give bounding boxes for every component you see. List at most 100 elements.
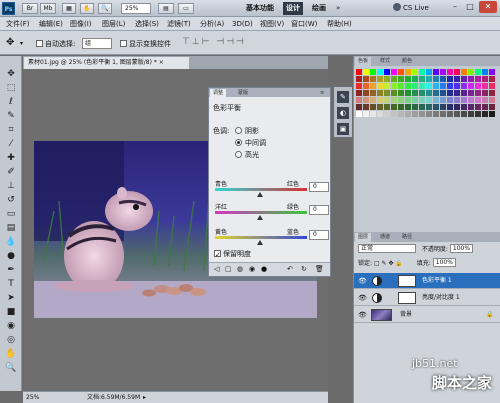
midtones-radio[interactable]: [235, 139, 242, 146]
brush-panel-icon[interactable]: ✎: [337, 91, 349, 103]
swatch[interactable]: [356, 104, 362, 110]
workspace-more-button[interactable]: »: [336, 3, 340, 14]
swatch[interactable]: [433, 76, 439, 82]
view-previous-state-icon[interactable]: ●: [261, 263, 267, 276]
shadows-radio[interactable]: [235, 127, 242, 134]
swatch[interactable]: [447, 97, 453, 103]
swatch[interactable]: [447, 111, 453, 117]
swatch[interactable]: [461, 83, 467, 89]
swatch[interactable]: [398, 69, 404, 75]
swatch[interactable]: [468, 111, 474, 117]
swatch[interactable]: [454, 90, 460, 96]
swatch[interactable]: [475, 76, 481, 82]
swatch[interactable]: [405, 76, 411, 82]
guides-icon[interactable]: ▦: [62, 3, 76, 14]
hand-tool-icon[interactable]: ✋: [80, 3, 94, 14]
swatch[interactable]: [377, 76, 383, 82]
swatch[interactable]: [419, 69, 425, 75]
tab-masks[interactable]: 蒙版: [235, 89, 251, 97]
bridge-button[interactable]: Br: [22, 3, 38, 14]
swatch[interactable]: [391, 76, 397, 82]
swatch[interactable]: [412, 90, 418, 96]
visibility-toggle-icon[interactable]: ◉: [249, 263, 255, 276]
swatch[interactable]: [370, 104, 376, 110]
swatch[interactable]: [475, 90, 481, 96]
swatch[interactable]: [468, 83, 474, 89]
menu-filter[interactable]: 滤镜(T): [167, 19, 191, 29]
swatch[interactable]: [426, 104, 432, 110]
dodge-tool-icon[interactable]: ●: [4, 250, 18, 262]
swatch[interactable]: [405, 90, 411, 96]
swatch[interactable]: [426, 76, 432, 82]
swatch[interactable]: [475, 97, 481, 103]
swatch[interactable]: [454, 69, 460, 75]
swatch[interactable]: [461, 111, 467, 117]
layer-color-balance[interactable]: 👁 色彩平衡 1: [354, 273, 500, 289]
tone-shadows-option[interactable]: 阴影: [235, 126, 259, 136]
swatch[interactable]: [461, 97, 467, 103]
reset-icon[interactable]: ↶: [287, 263, 293, 276]
swatch[interactable]: [461, 76, 467, 82]
tone-highlights-option[interactable]: 高光: [235, 150, 259, 160]
swatch[interactable]: [377, 104, 383, 110]
fill-input[interactable]: 100%: [432, 258, 456, 267]
swatch[interactable]: [440, 104, 446, 110]
swatch[interactable]: [398, 76, 404, 82]
menu-3d[interactable]: 3D(D): [232, 19, 253, 29]
swatch[interactable]: [412, 97, 418, 103]
swatch[interactable]: [405, 69, 411, 75]
swatch[interactable]: [398, 111, 404, 117]
swatch[interactable]: [377, 90, 383, 96]
swatch[interactable]: [412, 111, 418, 117]
type-tool-icon[interactable]: T: [4, 278, 18, 290]
swatch[interactable]: [356, 76, 362, 82]
expand-view-icon[interactable]: ▢: [225, 263, 232, 276]
swatch[interactable]: [370, 90, 376, 96]
menu-window[interactable]: 窗口(W): [291, 19, 317, 29]
swatch[interactable]: [363, 111, 369, 117]
swatch[interactable]: [419, 97, 425, 103]
swatch[interactable]: [433, 111, 439, 117]
magenta-green-value[interactable]: 0: [309, 205, 329, 215]
preserve-luminosity-option[interactable]: ✓ 保留明度: [214, 249, 251, 259]
cs-live-button[interactable]: CS Live: [393, 3, 429, 14]
clone-source-icon[interactable]: ◐: [337, 107, 349, 119]
swatch[interactable]: [370, 83, 376, 89]
return-to-list-icon[interactable]: ◁: [214, 263, 219, 276]
zoom-tool-icon[interactable]: 🔍: [4, 362, 18, 374]
swatch[interactable]: [468, 76, 474, 82]
arrange-documents-button[interactable]: ▤: [158, 3, 174, 14]
swatch[interactable]: [475, 69, 481, 75]
swatch[interactable]: [482, 104, 488, 110]
menu-layer[interactable]: 图层(L): [102, 19, 125, 29]
move-tool-icon[interactable]: ✥: [4, 68, 18, 80]
swatch[interactable]: [363, 76, 369, 82]
swatch[interactable]: [461, 90, 467, 96]
swatch[interactable]: [468, 69, 474, 75]
workspace-basic[interactable]: 基本功能: [246, 3, 274, 14]
swatch[interactable]: [377, 111, 383, 117]
swatch[interactable]: [454, 97, 460, 103]
delete-adjustment-icon[interactable]: 🗑: [315, 263, 324, 276]
swatch[interactable]: [398, 90, 404, 96]
swatch[interactable]: [447, 69, 453, 75]
swatch[interactable]: [426, 97, 432, 103]
tab-swatches[interactable]: 色板: [355, 57, 372, 66]
swatch[interactable]: [384, 111, 390, 117]
swatch[interactable]: [405, 83, 411, 89]
swatch[interactable]: [412, 83, 418, 89]
minibridge-button[interactable]: Mb: [40, 3, 56, 14]
swatch[interactable]: [440, 83, 446, 89]
swatch[interactable]: [440, 76, 446, 82]
eyedropper-tool-icon[interactable]: ⁄: [4, 138, 18, 150]
tab-paths[interactable]: 路径: [399, 233, 415, 242]
blend-mode-select[interactable]: 正常: [358, 244, 416, 253]
status-zoom[interactable]: 25%: [26, 392, 39, 403]
shape-tool-icon[interactable]: ■: [4, 306, 18, 318]
blur-tool-icon[interactable]: 💧: [4, 236, 18, 248]
lock-icons[interactable]: □ ✎ ✥ 🔒: [374, 260, 403, 267]
menu-select[interactable]: 选择(S): [135, 19, 159, 29]
navigator-icon[interactable]: ▣: [337, 123, 349, 135]
swatch[interactable]: [412, 104, 418, 110]
status-menu-arrow-icon[interactable]: ▸: [143, 392, 146, 403]
